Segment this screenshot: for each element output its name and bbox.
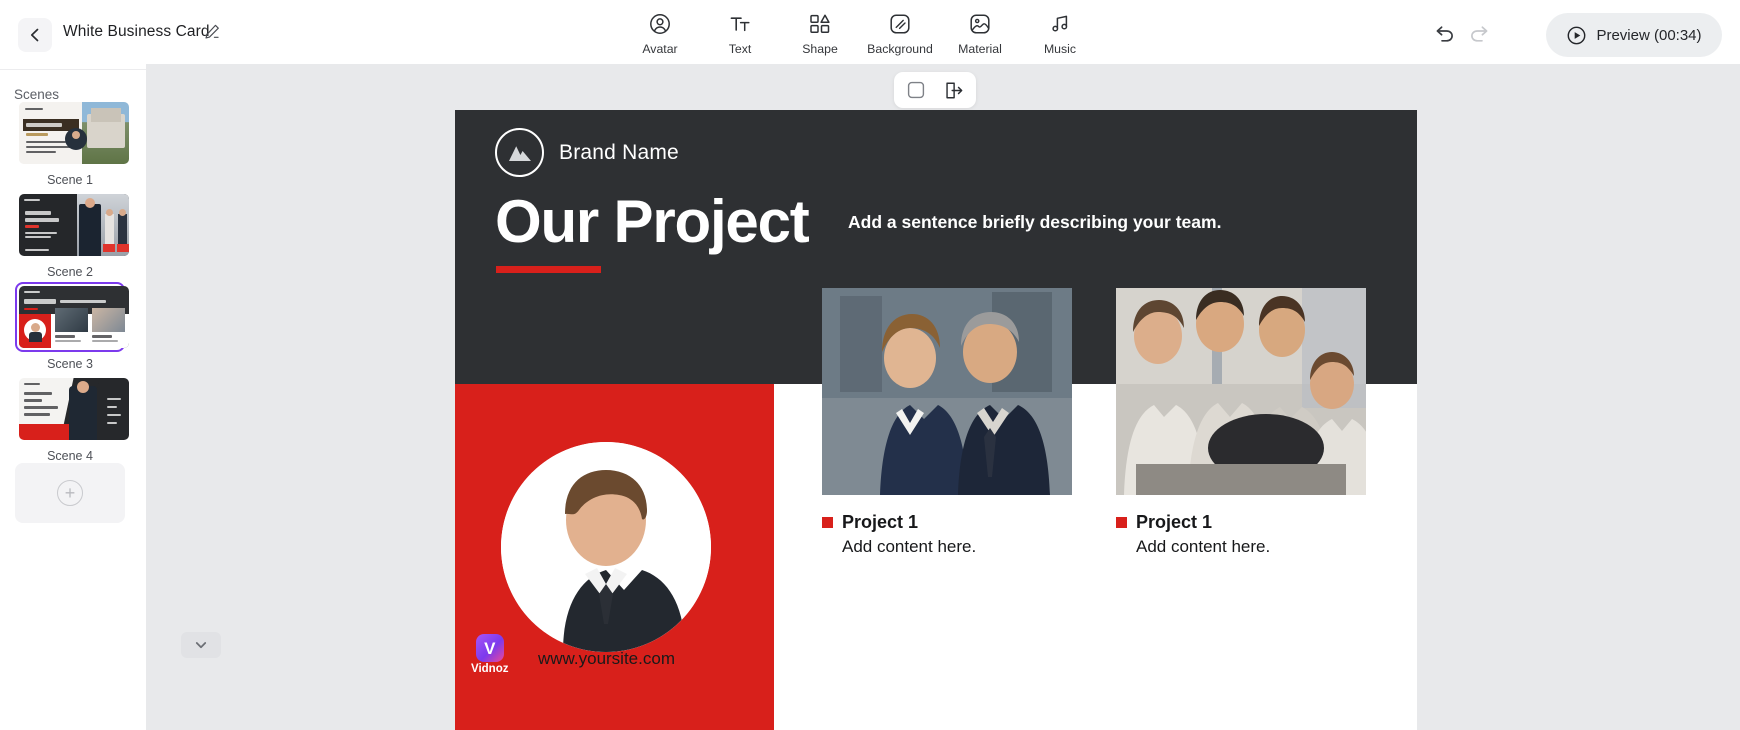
tool-label: Music xyxy=(1044,42,1076,56)
scene-thumb-wrap xyxy=(15,374,125,444)
scene-label: Scene 1 xyxy=(15,173,125,187)
undo-button[interactable] xyxy=(1431,22,1457,48)
project-bullet-icon xyxy=(1116,517,1127,528)
scenes-sidebar: Scenes Scene 1 xyxy=(0,70,160,730)
tool-background[interactable]: Background xyxy=(860,8,940,56)
brand-row: Brand Name xyxy=(495,128,679,177)
tool-label: Avatar xyxy=(642,42,677,56)
scene-item-2[interactable]: Scene 2 xyxy=(15,190,125,279)
project-title[interactable]: Project 1 xyxy=(842,512,918,533)
material-image-icon xyxy=(968,11,992,37)
project-bullet-icon xyxy=(822,517,833,528)
project-title-row: Project 1 xyxy=(1116,512,1366,533)
project-title-row: Project 1 xyxy=(822,512,1072,533)
tool-avatar[interactable]: Avatar xyxy=(620,8,700,56)
project-image[interactable] xyxy=(822,288,1072,495)
site-url[interactable]: www.yoursite.com xyxy=(538,649,675,669)
scene-thumb-wrap xyxy=(15,282,125,352)
enter-arrow-icon xyxy=(944,80,965,101)
slide-heading[interactable]: Our Project xyxy=(495,192,809,252)
tool-cluster: Avatar Text Shape xyxy=(620,8,1100,56)
project-title[interactable]: Project 1 xyxy=(1136,512,1212,533)
accent-bar xyxy=(496,266,601,273)
frame-ratio-icon xyxy=(906,80,926,100)
avatar-photo[interactable] xyxy=(501,442,711,652)
text-icon xyxy=(728,11,752,37)
scene-item-3[interactable]: Scene 3 xyxy=(15,282,125,371)
tool-label: Text xyxy=(729,42,752,56)
redo-button[interactable] xyxy=(1467,22,1493,48)
project-card-1[interactable]: Project 1 Add content here. xyxy=(822,288,1072,557)
project-image[interactable] xyxy=(1116,288,1366,495)
preview-button[interactable]: Preview (00:34) xyxy=(1546,13,1722,57)
scene-item-4[interactable]: Scene 4 xyxy=(15,374,125,463)
project-description[interactable]: Add content here. xyxy=(1136,537,1366,557)
vidnoz-logo-icon: V xyxy=(476,634,504,662)
project-description[interactable]: Add content here. xyxy=(842,537,1072,557)
music-note-icon xyxy=(1048,11,1072,37)
scene-label: Scene 3 xyxy=(15,357,125,371)
tool-label: Background xyxy=(867,42,933,56)
slide-canvas[interactable]: Brand Name Our Project Add a sentence br… xyxy=(455,110,1417,730)
tool-shape[interactable]: Shape xyxy=(780,8,860,56)
enter-scene-button[interactable] xyxy=(940,76,968,104)
avatar-panel: V Vidnoz www.yoursite.com xyxy=(455,384,774,730)
chevron-left-icon xyxy=(27,27,43,43)
frame-ratio-button[interactable] xyxy=(902,76,930,104)
scene-label: Scene 4 xyxy=(15,449,125,463)
vidnoz-label: Vidnoz xyxy=(471,663,508,675)
scene-thumbnail xyxy=(19,102,129,164)
edit-title-button[interactable] xyxy=(203,23,221,41)
plus-icon: + xyxy=(57,480,83,506)
project-card-2[interactable]: Project 1 Add content here. xyxy=(1116,288,1366,557)
scene-item-1[interactable]: Scene 1 xyxy=(15,98,125,187)
scene-thumbnail xyxy=(19,378,129,440)
tool-label: Material xyxy=(958,42,1002,56)
scene-thumbnail xyxy=(19,286,129,348)
tool-material[interactable]: Material xyxy=(940,8,1020,56)
document-title: White Business Card xyxy=(63,23,210,41)
scene-label: Scene 2 xyxy=(15,265,125,279)
canvas-area: Brand Name Our Project Add a sentence br… xyxy=(146,64,1740,730)
avatar-icon xyxy=(648,11,672,37)
play-circle-icon xyxy=(1566,25,1587,46)
chevron-down-icon xyxy=(193,637,209,653)
scene-thumbnail xyxy=(19,194,129,256)
brand-logo xyxy=(495,128,544,177)
add-scene-button[interactable]: + xyxy=(15,463,125,523)
tool-music[interactable]: Music xyxy=(1020,8,1100,56)
tool-text[interactable]: Text xyxy=(700,8,780,56)
top-toolbar: White Business Card Avatar xyxy=(0,0,1740,70)
back-button[interactable] xyxy=(18,18,52,52)
collapse-panel-button[interactable] xyxy=(181,632,221,658)
brand-name: Brand Name xyxy=(559,141,679,165)
shape-icon xyxy=(808,11,832,37)
preview-label: Preview (00:34) xyxy=(1596,27,1701,44)
mountain-logo-icon xyxy=(507,142,533,164)
scene-thumb-wrap xyxy=(15,190,125,260)
redo-arrow-icon xyxy=(1467,22,1493,48)
slide-tagline[interactable]: Add a sentence briefly describing your t… xyxy=(848,211,1268,235)
background-icon xyxy=(888,11,912,37)
undo-arrow-icon xyxy=(1431,22,1457,48)
scene-thumb-wrap xyxy=(15,98,125,168)
pencil-icon xyxy=(203,23,221,41)
tool-label: Shape xyxy=(802,42,838,56)
vidnoz-watermark: V Vidnoz xyxy=(471,634,508,675)
canvas-toolbar xyxy=(894,72,976,108)
